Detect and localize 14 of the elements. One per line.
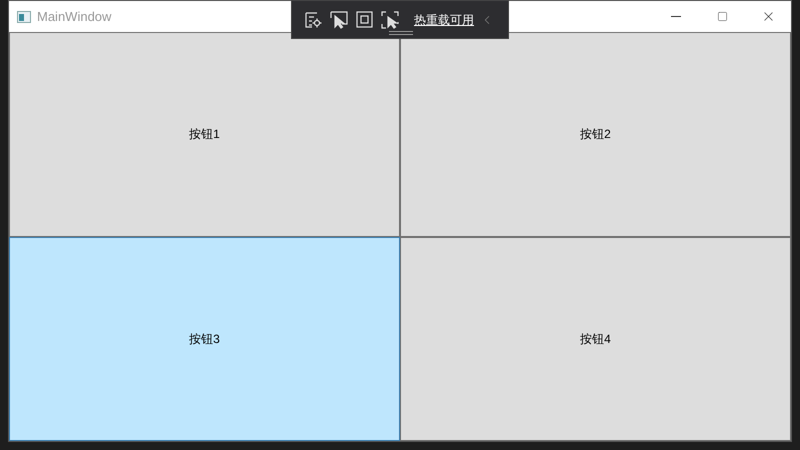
element-picker-icon[interactable] [304, 10, 322, 28]
grid-button[interactable]: 按钮4 [400, 236, 791, 441]
select-cursor-icon[interactable] [330, 10, 348, 28]
maximize-icon [716, 11, 728, 22]
hot-reload-status: 热重载可用 [414, 12, 474, 28]
selection-cursor-icon[interactable] [381, 10, 399, 28]
grid-button[interactable]: 按钮2 [400, 32, 791, 236]
frame-icon[interactable] [356, 11, 373, 28]
window-icon [17, 10, 31, 22]
grid-button[interactable]: 按钮1 [9, 32, 400, 236]
grid-button[interactable]: 按钮3 [9, 236, 400, 441]
drag-handle-icon[interactable] [389, 31, 413, 35]
minimize-icon [671, 16, 681, 17]
window-title: MainWindow [37, 8, 112, 26]
